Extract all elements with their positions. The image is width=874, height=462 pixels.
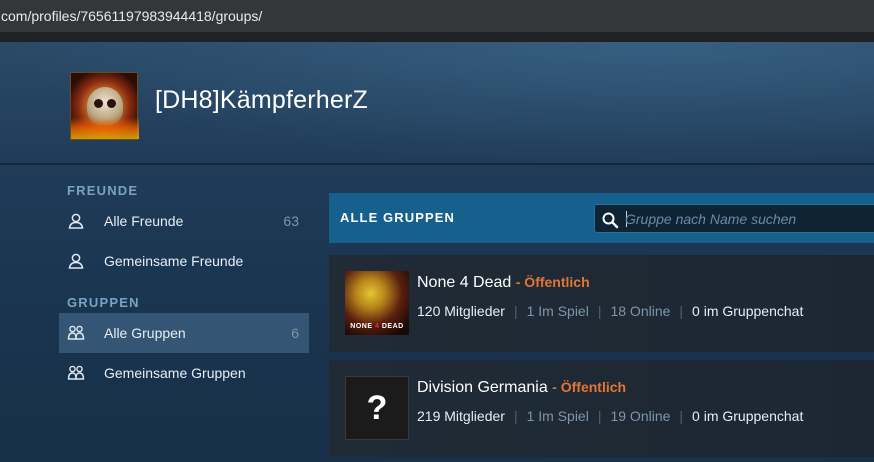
search-icon[interactable] bbox=[601, 211, 619, 229]
group-search-input[interactable] bbox=[625, 208, 865, 230]
sidebar-heading-groups: GRUPPEN bbox=[67, 295, 140, 310]
group-avatar[interactable]: NONE 4 DEAD bbox=[345, 271, 409, 335]
groups-section-title: ALLE GRUPPEN bbox=[340, 210, 456, 225]
stat-separator: | bbox=[679, 408, 684, 424]
group-online: 19 Online bbox=[610, 408, 671, 424]
group-members: 120 Mitglieder bbox=[417, 303, 505, 319]
sidebar-item-label: Gemeinsame Freunde bbox=[104, 253, 244, 269]
group-in-game: 1 Im Spiel bbox=[526, 303, 589, 319]
skull-eye-left bbox=[94, 99, 103, 108]
group-title: None 4 Dead - Öffentlich bbox=[417, 274, 590, 292]
group-avatar-caption: NONE 4 DEAD bbox=[350, 323, 404, 330]
group-avatar-placeholder[interactable]: ? bbox=[345, 376, 409, 440]
group-chat-count: 0 im Gruppenchat bbox=[692, 408, 804, 424]
person-icon bbox=[68, 213, 84, 229]
stat-separator: | bbox=[679, 303, 684, 319]
group-name-link[interactable]: None 4 Dead bbox=[417, 274, 511, 291]
skull-eye-right bbox=[107, 99, 116, 108]
sidebar-item-count: 6 bbox=[291, 325, 299, 341]
browser-toolbar-divider bbox=[0, 32, 874, 42]
group-in-game: 1 Im Spiel bbox=[526, 408, 589, 424]
group-members: 219 Mitglieder bbox=[417, 408, 505, 424]
sidebar-item-common-friends[interactable]: Gemeinsame Freunde bbox=[59, 241, 309, 281]
group-visibility: - Öffentlich bbox=[552, 379, 627, 395]
group-icon bbox=[67, 365, 85, 380]
profile-avatar[interactable] bbox=[70, 72, 139, 140]
group-online: 18 Online bbox=[610, 303, 671, 319]
address-bar[interactable]: com/profiles/76561197983944418/groups/ bbox=[0, 0, 874, 32]
group-visibility: - Öffentlich bbox=[515, 274, 590, 290]
sidebar-item-all-friends[interactable]: Alle Freunde 63 bbox=[59, 201, 309, 241]
stat-separator: | bbox=[597, 408, 602, 424]
sidebar-item-label: Gemeinsame Gruppen bbox=[104, 365, 246, 381]
person-icon bbox=[68, 253, 84, 269]
stat-separator: | bbox=[597, 303, 602, 319]
header-divider bbox=[0, 163, 874, 165]
sidebar-item-count: 63 bbox=[283, 213, 299, 229]
profile-username[interactable]: [DH8]KämpferherZ bbox=[155, 86, 368, 115]
sidebar-item-label: Alle Gruppen bbox=[104, 325, 186, 341]
group-title: Division Germania - Öffentlich bbox=[417, 379, 626, 397]
stat-separator: | bbox=[513, 408, 518, 424]
group-row[interactable]: ? Division Germania - Öffentlich 219 Mit… bbox=[329, 360, 874, 457]
group-icon bbox=[67, 325, 85, 340]
group-chat-count: 0 im Gruppenchat bbox=[692, 303, 804, 319]
sidebar-item-label: Alle Freunde bbox=[104, 213, 184, 229]
group-name-link[interactable]: Division Germania bbox=[417, 379, 548, 396]
group-search-box[interactable] bbox=[594, 204, 874, 233]
group-row[interactable]: NONE 4 DEAD None 4 Dead - Öffentlich 120… bbox=[329, 255, 874, 352]
sidebar-heading-friends: FREUNDE bbox=[67, 183, 139, 198]
group-stats: 120 Mitglieder | 1 Im Spiel | 18 Online | 0 im… bbox=[417, 303, 803, 319]
sidebar-item-all-groups[interactable]: Alle Gruppen 6 bbox=[59, 313, 309, 353]
profile-page: [DH8]KämpferherZ FREUNDE Alle Freunde 63… bbox=[0, 42, 874, 462]
group-stats: 219 Mitglieder | 1 Im Spiel | 19 Online | 0 im… bbox=[417, 408, 803, 424]
flame-effect bbox=[71, 117, 139, 139]
sidebar-item-common-groups[interactable]: Gemeinsame Gruppen bbox=[59, 353, 309, 393]
groups-header-bar: ALLE GRUPPEN bbox=[329, 193, 874, 243]
stat-separator: | bbox=[513, 303, 518, 319]
